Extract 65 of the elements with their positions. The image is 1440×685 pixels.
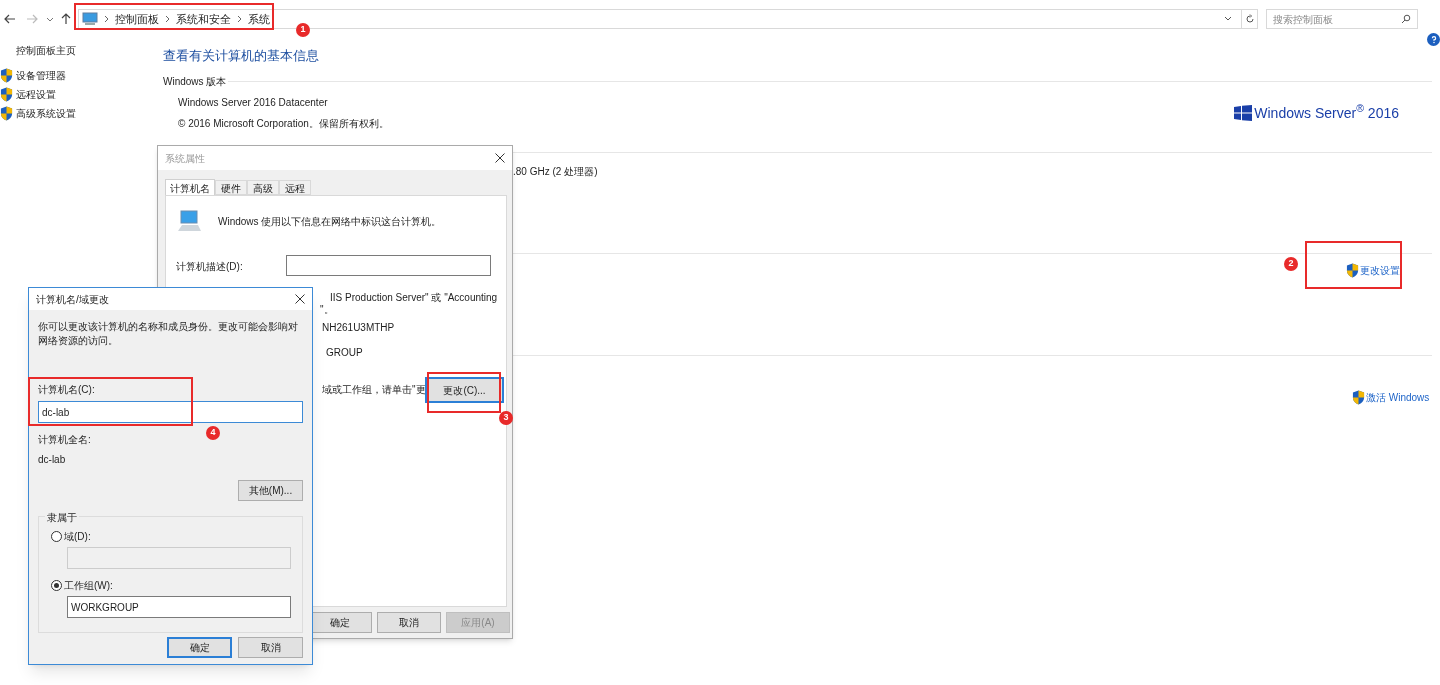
tab[interactable]: 硬件 xyxy=(215,180,247,195)
group-label: 隶属于 xyxy=(45,510,79,525)
chevron-right-icon xyxy=(104,15,109,23)
sidebar-link[interactable]: 远程设置 xyxy=(16,87,56,102)
radio-button[interactable] xyxy=(51,580,62,591)
dialog-button[interactable]: 取消 xyxy=(377,612,441,633)
dialog-title: 系统属性 xyxy=(165,151,206,166)
description-field[interactable] xyxy=(286,255,491,276)
tab[interactable]: 高级 xyxy=(247,180,279,195)
info-text: NH261U3MTHP xyxy=(322,321,395,335)
dialog-button[interactable]: 确定 xyxy=(167,637,232,658)
info-text: "。 xyxy=(320,303,334,317)
radio-button[interactable] xyxy=(51,531,62,542)
processor-text: .80 GHz (2 处理器) xyxy=(513,165,598,179)
computer-icon xyxy=(176,210,202,232)
product-logo-text: Windows Server$^{®}$ 2016 xyxy=(1254,104,1399,121)
sidebar-link[interactable]: 高级系统设置 xyxy=(16,106,76,121)
dialog-title: 计算机名/域更改 xyxy=(36,292,110,307)
full-name-text: dc-lab xyxy=(38,453,66,467)
change-settings-link[interactable]: 更改设置 xyxy=(1360,263,1400,278)
breadcrumb-link[interactable]: 控制面板 xyxy=(115,10,159,28)
field-label: 计算机全名: xyxy=(38,433,91,447)
dialog-button[interactable]: 取消 xyxy=(238,637,303,658)
chevron-right-icon xyxy=(165,15,170,23)
annotation-number: 1 xyxy=(296,23,310,37)
info-text: IIS Production Server" 或 "Accounting xyxy=(330,291,498,305)
page-title: 查看有关计算机的基本信息 xyxy=(163,47,319,65)
radio-label[interactable]: 域(D): xyxy=(64,529,91,544)
windows-logo-icon xyxy=(1234,104,1253,121)
sidebar-link[interactable]: 设备管理器 xyxy=(16,68,66,83)
breadcrumb-link[interactable]: 系统 xyxy=(248,10,270,28)
monitor-icon xyxy=(82,12,98,26)
shield-icon xyxy=(0,68,13,83)
search-field[interactable]: 搜索控制面板 xyxy=(1266,9,1418,29)
info-text: Windows 使用以下信息在网络中标识这台计算机。 xyxy=(218,214,442,229)
info-text: 域或工作组，请单击"更 xyxy=(322,383,426,397)
info-text: 你可以更改该计算机的名称和成员身份。更改可能会影响对网络资源的访问。 xyxy=(38,320,299,348)
close-icon[interactable] xyxy=(295,294,305,304)
field-label: 计算机名(C): xyxy=(38,383,95,397)
section-heading: Windows 版本 xyxy=(163,74,227,89)
search-icon[interactable] xyxy=(1401,14,1411,24)
change-button[interactable]: 更改(C)... xyxy=(425,377,504,403)
info-text: GROUP xyxy=(326,346,363,360)
breadcrumb-link[interactable]: 系统和安全 xyxy=(176,10,231,28)
chevron-right-icon xyxy=(237,15,242,23)
shield-icon xyxy=(1352,390,1365,405)
refresh-icon[interactable] xyxy=(1241,10,1257,28)
shield-icon xyxy=(1346,263,1359,278)
workgroup-field[interactable]: WORKGROUP xyxy=(67,596,291,618)
computer-name-field[interactable]: dc-lab xyxy=(38,401,303,423)
other-button[interactable]: 其他(M)... xyxy=(238,480,303,501)
edition-text: Windows Server 2016 Datacenter xyxy=(178,95,328,110)
annotation-number: 2 xyxy=(1284,257,1298,271)
help-icon[interactable] xyxy=(1427,33,1440,46)
home-link[interactable]: 控制面板主页 xyxy=(16,42,76,60)
field-label: 计算机描述(D): xyxy=(176,260,243,274)
radio-label[interactable]: 工作组(W): xyxy=(64,578,113,593)
back-icon[interactable] xyxy=(4,13,16,25)
up-arrow-icon[interactable] xyxy=(60,13,72,25)
shield-icon xyxy=(0,87,13,102)
activate-link[interactable]: 激活 Windows xyxy=(1366,390,1430,405)
tab[interactable]: 远程 xyxy=(279,180,311,195)
shield-icon xyxy=(0,106,13,121)
close-icon[interactable] xyxy=(495,153,505,163)
edition-text: © 2016 Microsoft Corporation。保留所有权利。 xyxy=(178,116,389,131)
